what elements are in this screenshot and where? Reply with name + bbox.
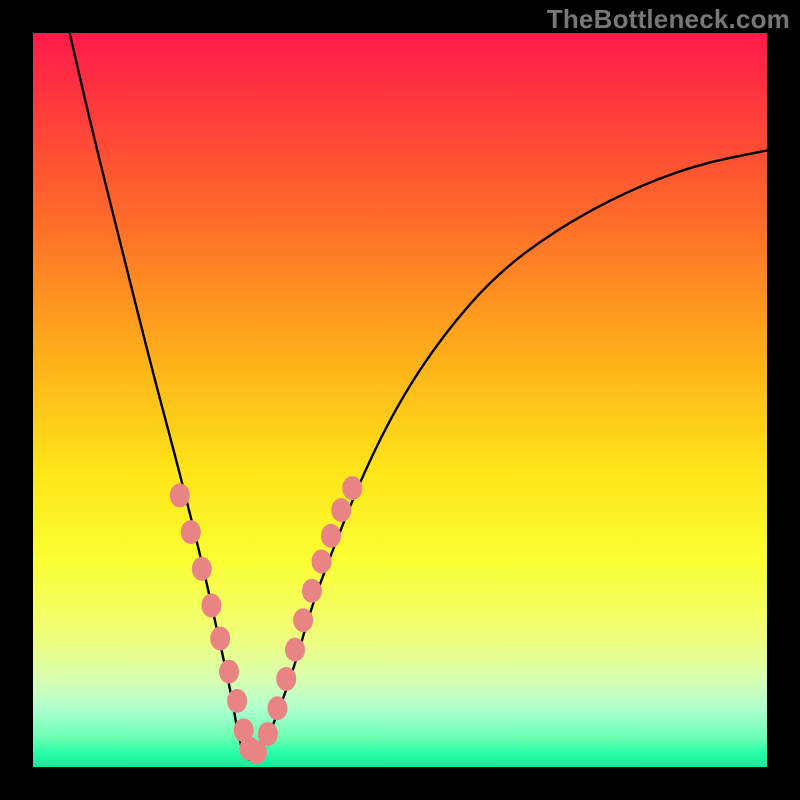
curve-marker (192, 557, 212, 581)
curve-marker (219, 660, 239, 684)
curve-marker (276, 667, 296, 691)
curve-marker (181, 520, 201, 544)
curve-marker (321, 524, 341, 548)
curve-marker (302, 579, 322, 603)
chart-frame: TheBottleneck.com (0, 0, 800, 800)
curve-marker (267, 696, 287, 720)
curve-markers-group (170, 476, 362, 764)
curve-marker (285, 638, 305, 662)
curve-marker (331, 498, 351, 522)
watermark-text: TheBottleneck.com (547, 4, 790, 35)
curve-marker (342, 476, 362, 500)
curve-marker (210, 627, 230, 651)
curve-marker (227, 689, 247, 713)
curve-marker (293, 608, 313, 632)
curve-marker (258, 722, 278, 746)
bottleneck-curve (70, 33, 767, 760)
curve-marker (201, 594, 221, 618)
chart-svg (33, 33, 767, 767)
curve-marker (312, 550, 332, 574)
curve-marker (170, 483, 190, 507)
